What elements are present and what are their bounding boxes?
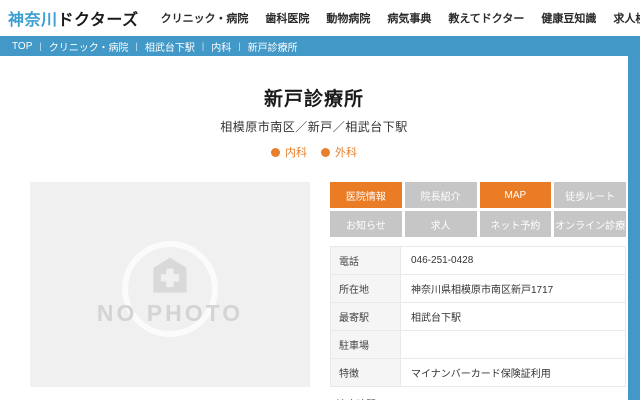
breadcrumb-segment: 新戸診療所 | — [248, 39, 298, 54]
clinic-title: 新戸診療所 — [0, 84, 628, 111]
department-tag[interactable]: 外科 — [321, 144, 357, 160]
breadcrumb-segment: TOP | — [12, 41, 49, 52]
clinic-tab[interactable]: お知らせ — [330, 211, 402, 237]
no-photo-label: NO PHOTO — [30, 300, 310, 327]
clinic-tab[interactable]: ネット予約 — [480, 211, 552, 237]
clinic-tab[interactable]: 医院情報 — [330, 182, 402, 208]
tag-dot-icon — [271, 148, 280, 157]
nav-item[interactable]: 教えてドクター — [448, 10, 524, 26]
info-row: 所在地 神奈川県相模原市南区新戸1717 — [331, 275, 626, 303]
clinic-tab[interactable]: 求人 — [405, 211, 477, 237]
nav-item[interactable]: 歯科医院 — [265, 10, 309, 26]
breadcrumb-segment: クリニック・病院 | — [49, 39, 145, 54]
department-tag[interactable]: 内科 — [271, 144, 307, 160]
content-columns: NO PHOTO 医院情報院長紹介MAP徒歩ルート お知らせ求人ネット予約オンラ… — [0, 182, 628, 400]
main-area: 新戸診療所 相模原市南区／新戸／相武台下駅 内科 外科 — [0, 56, 640, 400]
breadcrumb-item[interactable]: 相武台下駅 — [145, 39, 195, 54]
breadcrumb: TOP | クリニック・病院 | 相武台下駅 | 内科 | 新戸診療所 | — [0, 36, 640, 56]
clinic-tab[interactable]: MAP — [480, 182, 552, 208]
main-nav: クリニック・病院歯科医院 動物病院 病気事典 教えてドクター 健康豆知識 求人検索 — [161, 10, 640, 26]
breadcrumb-separator: | — [202, 41, 204, 51]
tab-row-2: お知らせ求人ネット予約オンライン診療 — [330, 211, 626, 237]
site-logo[interactable]: 神奈川ドクターズ — [8, 6, 139, 30]
tag-label: 外科 — [335, 144, 357, 160]
content-card: 新戸診療所 相模原市南区／新戸／相武台下駅 内科 外科 — [0, 56, 628, 400]
breadcrumb-separator: | — [136, 41, 138, 51]
info-value: 046-251-0428 — [401, 247, 626, 275]
nav-item[interactable]: 病気事典 — [387, 10, 431, 26]
clinic-photo-placeholder: NO PHOTO — [30, 182, 310, 387]
info-label: 特徴 — [331, 359, 401, 387]
clinic-details: 医院情報院長紹介MAP徒歩ルート お知らせ求人ネット予約オンライン診療 電話 0… — [330, 182, 626, 400]
clinic-building-icon — [148, 254, 192, 298]
clinic-tab[interactable]: 徒歩ルート — [554, 182, 626, 208]
clinic-info-table: 電話 046-251-0428 所在地 神奈川県相模原市南区新戸1717 最寄駅… — [330, 246, 626, 387]
breadcrumb-item[interactable]: TOP — [12, 41, 32, 52]
schedule-heading: ■診療時間 — [330, 396, 626, 400]
clinic-tab[interactable]: 院長紹介 — [405, 182, 477, 208]
info-label: 所在地 — [331, 275, 401, 303]
info-label: 電話 — [331, 247, 401, 275]
clinic-location: 相模原市南区／新戸／相武台下駅 — [0, 118, 628, 135]
logo-name-text: ドクターズ — [58, 12, 139, 29]
info-row: 駐車場 — [331, 331, 626, 359]
logo-region-text: 神奈川 — [8, 12, 58, 29]
info-row: 特徴 マイナンバーカード保険証利用 — [331, 359, 626, 387]
breadcrumb-separator: | — [238, 41, 240, 51]
info-value: マイナンバーカード保険証利用 — [401, 359, 626, 387]
site-header: 神奈川ドクターズ クリニック・病院歯科医院 動物病院 病気事典 教えてドクター 健康豆知… — [0, 0, 640, 36]
breadcrumb-segment: 内科 | — [211, 39, 247, 54]
nav-item[interactable]: 動物病院 — [326, 10, 370, 26]
info-value: 相武台下駅 — [401, 303, 626, 331]
info-value — [401, 331, 626, 359]
nav-item[interactable]: 求人検索 — [613, 10, 640, 26]
info-value: 神奈川県相模原市南区新戸1717 — [401, 275, 626, 303]
breadcrumb-separator: | — [39, 41, 41, 51]
department-tags: 内科 外科 — [0, 144, 628, 160]
info-label: 駐車場 — [331, 331, 401, 359]
breadcrumb-segment: 相武台下駅 | — [145, 39, 211, 54]
nav-item[interactable]: 健康豆知識 — [541, 10, 596, 26]
clinic-tab[interactable]: オンライン診療 — [554, 211, 626, 237]
info-row: 電話 046-251-0428 — [331, 247, 626, 275]
breadcrumb-item[interactable]: 内科 — [211, 39, 231, 54]
tag-label: 内科 — [285, 144, 307, 160]
nav-item[interactable]: クリニック・病院 — [161, 10, 249, 26]
tag-dot-icon — [321, 148, 330, 157]
breadcrumb-item[interactable]: クリニック・病院 — [49, 39, 129, 54]
breadcrumb-item[interactable]: 新戸診療所 — [248, 39, 298, 54]
title-block: 新戸診療所 相模原市南区／新戸／相武台下駅 内科 外科 — [0, 84, 628, 160]
info-label: 最寄駅 — [331, 303, 401, 331]
tab-row-1: 医院情報院長紹介MAP徒歩ルート — [330, 182, 626, 208]
info-row: 最寄駅 相武台下駅 — [331, 303, 626, 331]
